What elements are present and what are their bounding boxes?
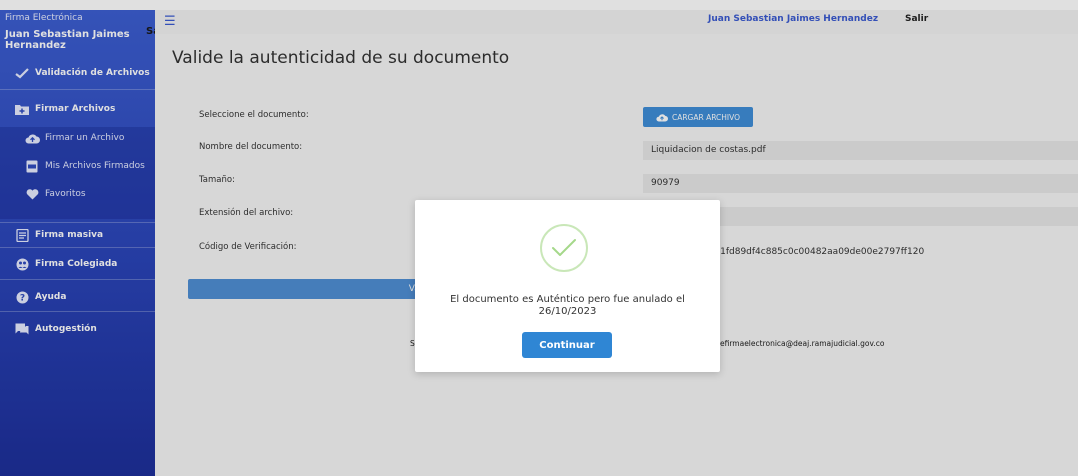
success-check-icon	[540, 224, 588, 272]
result-dialog: El documento es Auténtico pero fue anula…	[415, 200, 720, 372]
continue-button[interactable]: Continuar	[522, 332, 612, 358]
dialog-message: El documento es Auténtico pero fue anula…	[450, 294, 685, 317]
